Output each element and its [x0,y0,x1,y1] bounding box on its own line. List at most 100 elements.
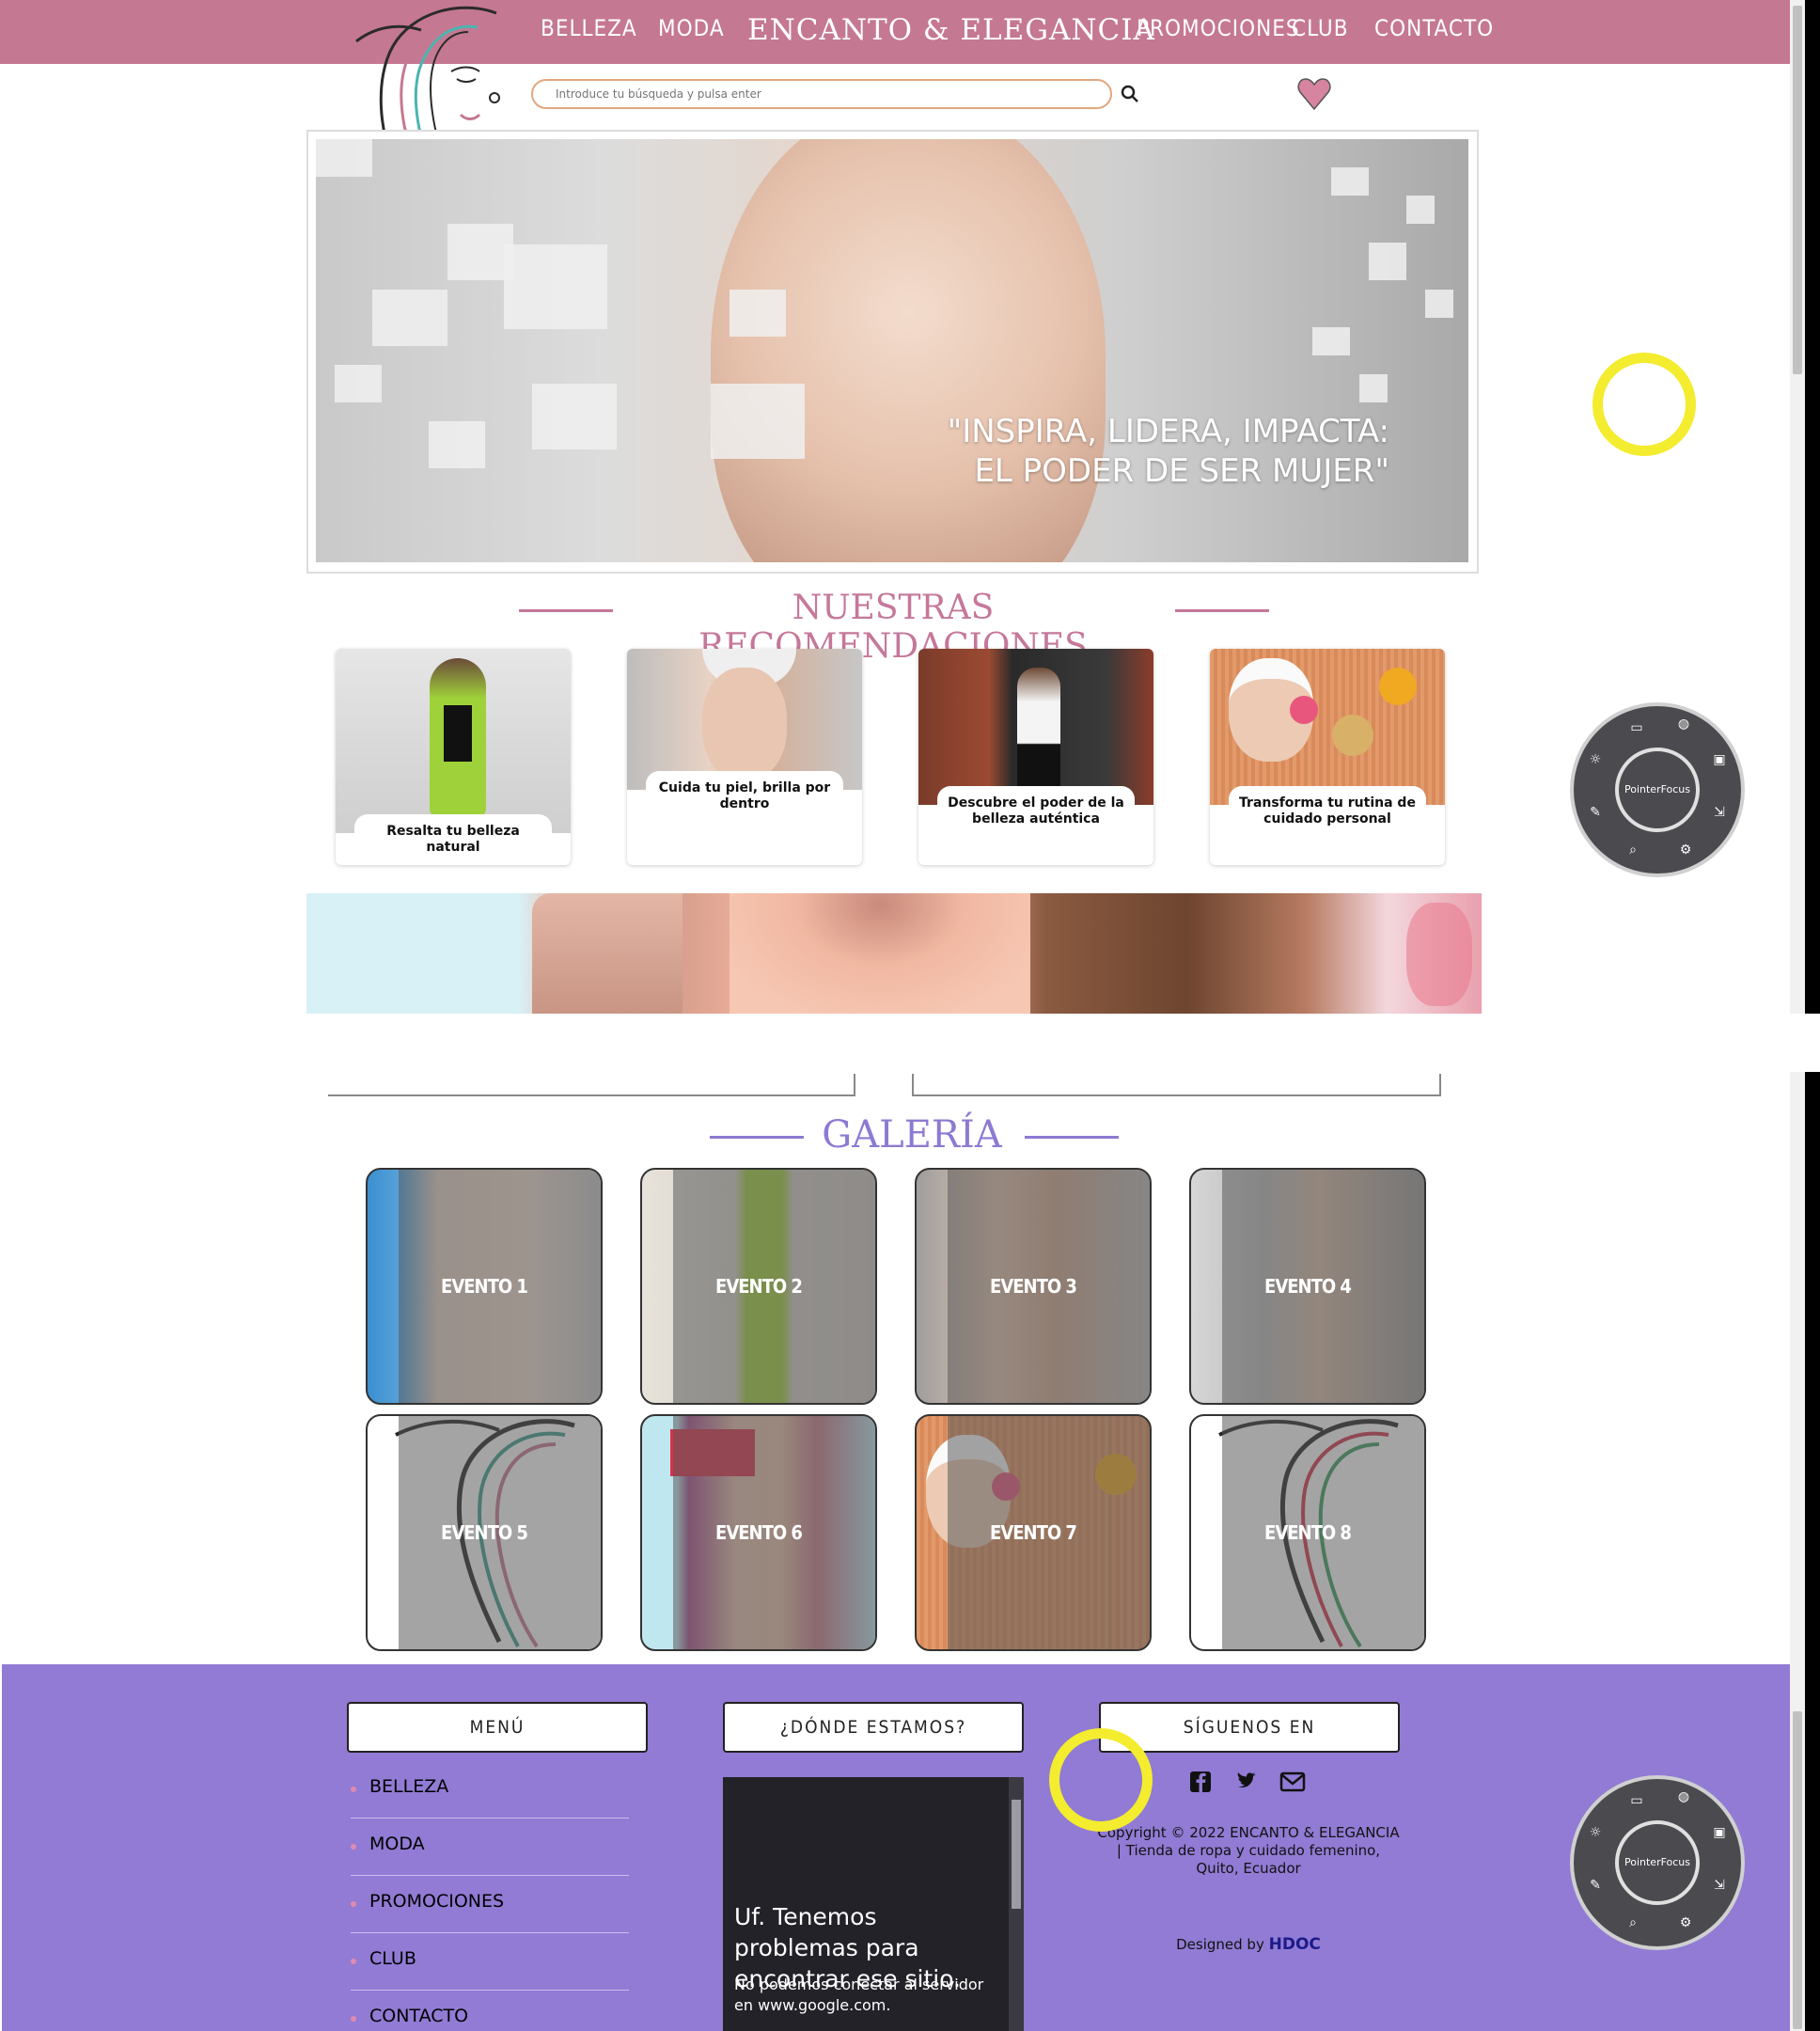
lightbulb-icon[interactable]: ☼ [1587,751,1604,768]
hero-banner[interactable]: "INSPIRA, LIDERA, IMPACTA: EL PODER DE S… [316,139,1468,562]
hero-quote: "INSPIRA, LIDERA, IMPACTA: EL PODER DE S… [948,412,1389,491]
title-rule-right [1175,609,1269,612]
rec-image-3 [918,649,1153,805]
gallery-label-5: EVENTO 5 [441,1521,528,1544]
heart-icon[interactable] [1295,75,1333,113]
designed-by-prefix: Designed by [1176,1936,1264,1953]
footer-menu-club[interactable]: CLUB [351,1933,629,1991]
footer-menu-title: MENÚ [347,1702,648,1753]
search-input[interactable] [533,81,1110,107]
pointerfocus-wheel[interactable]: PointerFocus ▭ ◍ ▣ ⇲ ⚙ ⌕ ✎ ☼ [1570,1775,1745,1950]
map-error-text: No podemos conectar al servidor en www.g… [734,1976,984,2014]
twitter-icon[interactable] [1232,1768,1261,1796]
nav-belleza[interactable]: BELLEZA [541,15,637,41]
footer-menu-label: CONTACTO [369,2006,469,2026]
rec-image-1 [336,649,571,833]
bullet-icon [351,1901,356,1907]
brand-title[interactable]: ENCANTO & ELEGANCIA [747,13,1155,47]
gallery-label-1: EVENTO 1 [441,1275,528,1298]
rec-caption-1: Resalta tu belleza natural [354,814,552,865]
search-field[interactable] [531,79,1112,109]
rec-card-3[interactable]: Descubre el poder de la belleza auténtic… [918,649,1153,865]
cursor-highlight-ring [1049,1728,1153,1832]
designed-by-link[interactable]: HDOC [1269,1935,1321,1954]
pen-icon[interactable]: ✎ [1587,804,1604,821]
rec-card-4[interactable]: Transforma tu rutina de cuidado personal [1210,649,1445,865]
screen-icon[interactable]: ▣ [1711,1824,1728,1841]
designed-by: Designed by HDOC [1096,1935,1401,1954]
search-icon[interactable] [1119,83,1141,105]
pointerfocus-center[interactable]: PointerFocus [1615,748,1700,832]
window-icon[interactable]: ▭ [1628,1792,1645,1809]
footer-follow-title: SÍGUENOS EN [1099,1702,1400,1753]
pointerfocus-wheel[interactable]: PointerFocus ▭ ◍ ▣ ⇲ ⚙ ⌕ ✎ ☼ [1570,702,1745,877]
rec-card-1[interactable]: Resalta tu belleza natural [336,649,571,865]
rec-card-2[interactable]: Cuida tu piel, brilla por dentro [627,649,862,865]
footer-menu-moda[interactable]: MODA [351,1818,629,1876]
exit-icon[interactable]: ⇲ [1711,804,1728,821]
map-scrollbar-thumb[interactable] [1012,1800,1021,1909]
footer-location-title: ¿DÓNDE ESTAMOS? [723,1702,1024,1753]
page-scrollbar-thumb-bottom[interactable] [1793,1711,1802,2029]
bullet-icon [351,1787,356,1792]
gallery-item-8[interactable]: EVENTO 8 [1189,1414,1426,1651]
gallery-label-6: EVENTO 6 [715,1521,803,1544]
gallery-label-4: EVENTO 4 [1264,1275,1352,1298]
footer-menu-label: PROMOCIONES [369,1891,505,1912]
footer-menu-label: CLUB [369,1948,416,1969]
gallery-rule-right [1025,1136,1119,1139]
gallery-label-8: EVENTO 8 [1264,1521,1352,1544]
hero-face-image [711,139,1106,562]
nav-promociones[interactable]: PROMOCIONES [1137,15,1300,41]
window-icon[interactable]: ▭ [1628,719,1645,736]
footer-menu-promociones[interactable]: PROMOCIONES [351,1876,629,1933]
gallery-item-3[interactable]: EVENTO 3 [915,1168,1152,1405]
exit-icon[interactable]: ⇲ [1711,1877,1728,1894]
screen-icon[interactable]: ▣ [1711,751,1728,768]
window-edge-top [1805,0,1820,1014]
gallery-divider-left [328,1074,855,1096]
mail-icon[interactable] [1279,1768,1307,1796]
hero-quote-line1: "INSPIRA, LIDERA, IMPACTA: [947,413,1389,450]
gallery-item-7[interactable]: EVENTO 7 [915,1414,1152,1651]
facebook-icon[interactable] [1186,1768,1215,1796]
magnifier-icon[interactable]: ⌕ [1624,1914,1641,1931]
title-rule-left [519,609,613,612]
bullet-icon [351,1959,356,1964]
page-scrollbar-thumb-top[interactable] [1793,6,1802,374]
gallery-title: GALERÍA [822,1113,1002,1157]
map-embed[interactable]: Uf. Tenemos problemas para encontrar ese… [723,1777,1024,2031]
gallery-item-6[interactable]: EVENTO 6 [640,1414,877,1651]
rec-caption-2: Cuida tu piel, brilla por dentro [646,771,843,865]
footer-menu-belleza[interactable]: BELLEZA [351,1761,629,1818]
rec-caption-3: Descubre el poder de la belleza auténtic… [937,786,1135,865]
nav-contacto[interactable]: CONTACTO [1374,15,1494,41]
cursor-highlight-ring [1592,353,1696,456]
footer-menu-label: BELLEZA [369,1776,449,1797]
pen-icon[interactable]: ✎ [1587,1877,1604,1894]
magnifier-icon[interactable]: ⌕ [1624,842,1641,858]
rec-caption-4: Transforma tu rutina de cuidado personal [1229,786,1426,865]
gallery-item-4[interactable]: EVENTO 4 [1189,1168,1426,1405]
gallery-item-2[interactable]: EVENTO 2 [640,1168,877,1405]
nav-moda[interactable]: MODA [658,15,725,41]
nav-club[interactable]: CLUB [1292,15,1349,41]
lightbulb-icon[interactable]: ☼ [1587,1824,1604,1841]
gallery-rule-left [710,1136,804,1139]
footer-menu-label: MODA [369,1834,425,1854]
gallery-label-7: EVENTO 7 [990,1521,1077,1544]
promo-banner[interactable] [306,893,1482,1014]
gear-icon[interactable]: ⚙ [1677,842,1694,858]
footer-menu-contacto[interactable]: CONTACTO [351,1991,629,2031]
gear-icon[interactable]: ⚙ [1677,1914,1694,1931]
gallery-item-1[interactable]: EVENTO 1 [366,1168,603,1405]
eraser-icon[interactable]: ◍ [1675,1788,1692,1805]
gallery-label-3: EVENTO 3 [990,1275,1077,1298]
bullet-icon [351,1844,356,1850]
bullet-icon [351,2016,356,2022]
gallery-item-5[interactable]: EVENTO 5 [366,1414,603,1651]
eraser-icon[interactable]: ◍ [1675,716,1692,732]
pointerfocus-center[interactable]: PointerFocus [1615,1820,1700,1905]
gallery-divider-right [912,1074,1441,1096]
rec-image-4 [1210,649,1445,805]
